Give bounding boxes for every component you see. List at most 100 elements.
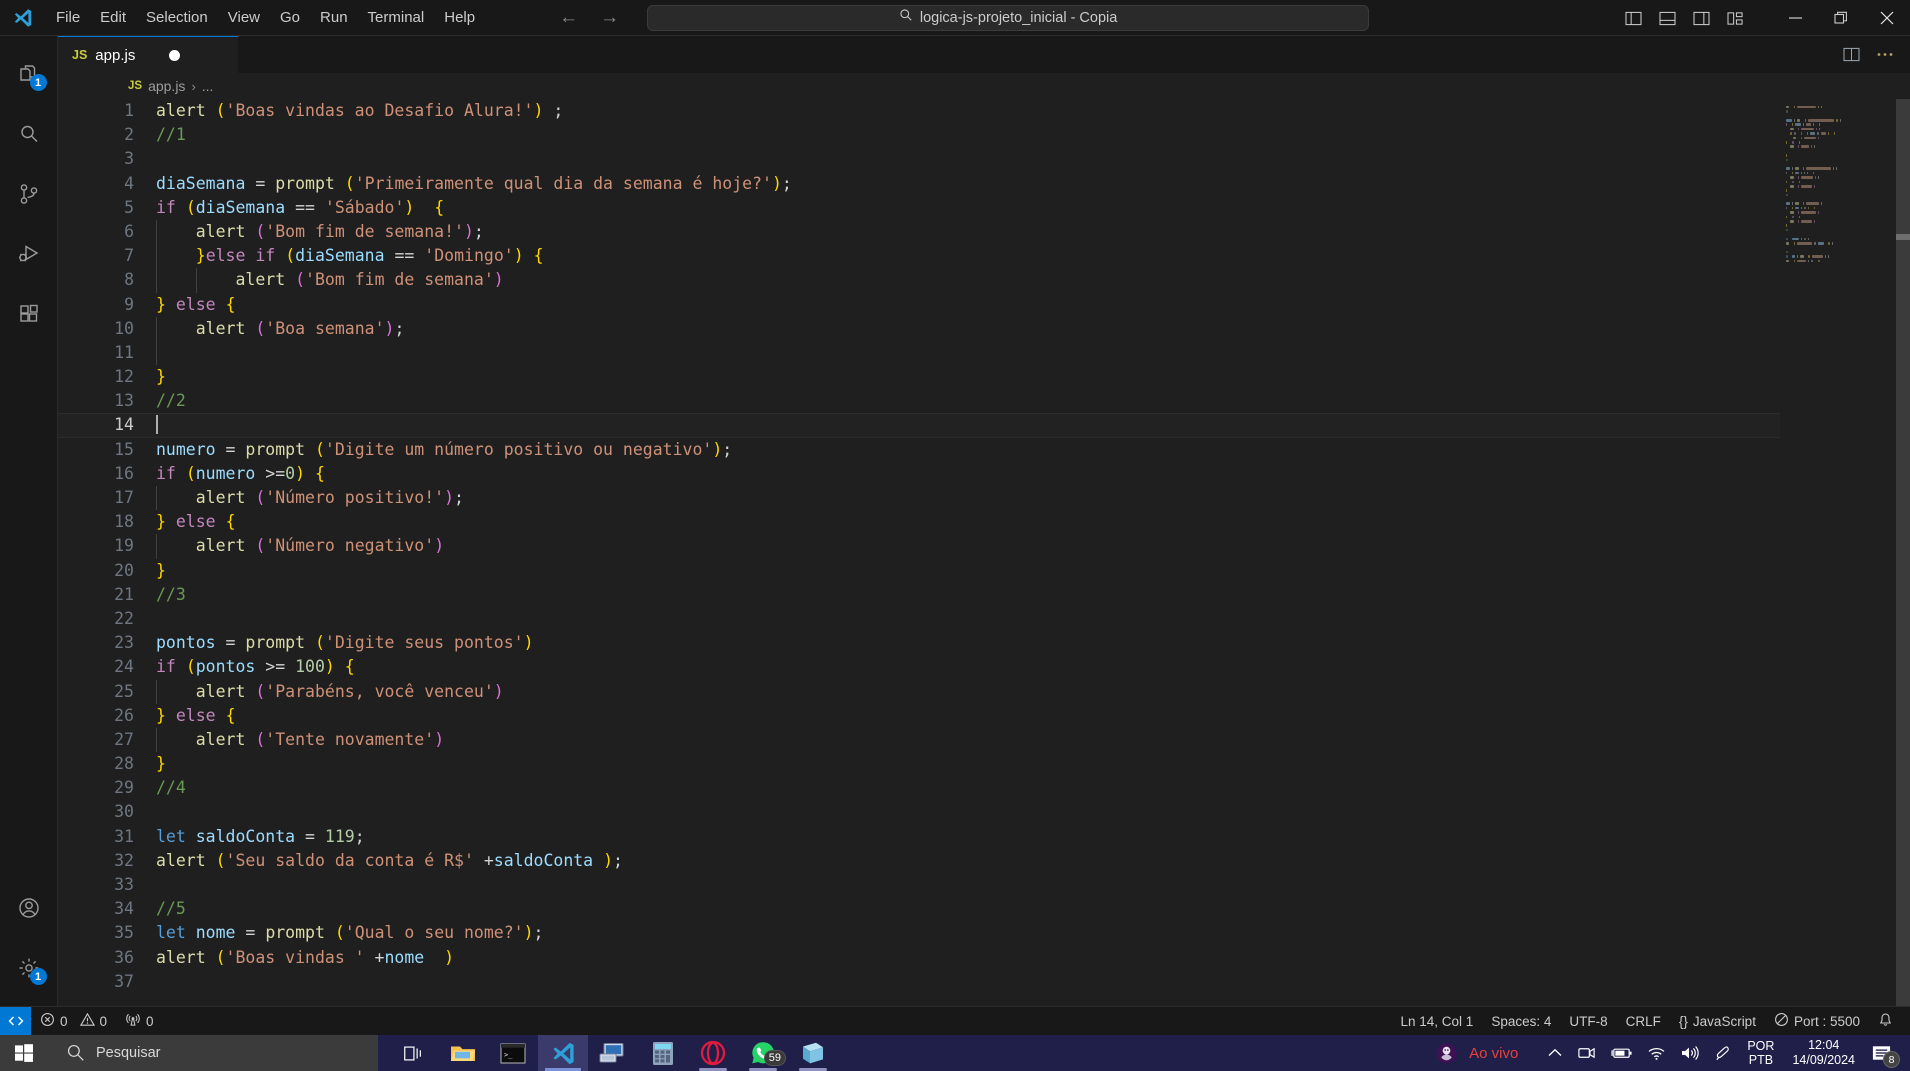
code-line[interactable]: 29 //4 [58,776,1910,800]
menu-help[interactable]: Help [434,5,485,30]
breadcrumb-file[interactable]: app.js [148,78,185,94]
code-line[interactable]: 36 alert ('Boas vindas ' +nome ) [58,946,1910,970]
code-line[interactable]: 22 [58,607,1910,631]
code-line[interactable]: 7 }else if (diaSemana == 'Domingo') { [58,244,1910,269]
taskbar-vscode[interactable] [538,1035,588,1071]
status-live-server[interactable]: Port : 5500 [1765,1007,1869,1036]
split-editor-right-icon[interactable] [1836,40,1866,70]
show-hidden-icons-icon[interactable] [1540,1035,1570,1071]
taskbar-remote-desktop[interactable] [588,1035,638,1071]
code-line[interactable]: 24 if (pontos >= 100) { [58,655,1910,679]
code-line[interactable]: 4 diaSemana = prompt ('Primeiramente qual… [58,172,1910,196]
code-line[interactable]: 19 alert ('Número negativo') [58,534,1910,559]
customize-layout-icon[interactable] [1718,0,1752,36]
sidebar-item-run-and-debug[interactable] [0,224,58,284]
code-line[interactable]: 27 alert ('Tente novamente') [58,727,1910,753]
code-line[interactable]: 11 [58,340,1910,366]
toggle-secondary-sidebar-icon[interactable] [1684,0,1718,36]
sidebar-item-source-control[interactable] [0,164,58,224]
code-line[interactable]: 23 pontos = prompt ('Digite seus pontos') [58,631,1910,655]
menu-terminal[interactable]: Terminal [358,5,435,30]
menu-file[interactable]: File [46,5,90,30]
sidebar-item-explorer[interactable]: 1 [0,44,58,104]
code-line[interactable]: 3 [58,147,1910,171]
volume-icon[interactable] [1673,1035,1707,1071]
input-language-indicator[interactable]: POR PTB [1739,1039,1782,1067]
taskbar-opera[interactable] [688,1035,738,1071]
manage-settings-button[interactable]: 1 [0,938,58,998]
minimap[interactable] [1780,99,1896,1006]
code-line[interactable]: 32 alert ('Seu saldo da conta é R$' +sald… [58,849,1910,873]
editor-vertical-scrollbar[interactable] [1896,99,1910,1006]
accounts-button[interactable] [0,878,58,938]
code-line[interactable]: 8 alert ('Bom fim de semana') [58,268,1910,293]
code-line[interactable]: 17 alert ('Número positivo!'); [58,486,1910,511]
editor-tab-app-js[interactable]: JS app.js [58,36,238,73]
breadcrumb-trail[interactable]: ... [202,78,214,94]
go-back-icon[interactable]: ← [559,8,578,27]
code-line[interactable]: 1 alert ('Boas vindas ao Desafio Alura!')… [58,99,1910,123]
code-line[interactable]: 30 [58,800,1910,824]
status-cursor-position[interactable]: Ln 14, Col 1 [1392,1007,1483,1036]
status-problems[interactable]: 0 0 [31,1007,116,1036]
more-actions-icon[interactable] [1870,40,1900,70]
code-line[interactable]: 25 alert ('Parabéns, você venceu') [58,679,1910,704]
code-line[interactable]: 14 [58,413,1910,438]
code-line[interactable]: 33 [58,873,1910,897]
menu-view[interactable]: View [218,5,270,30]
sidebar-item-search[interactable] [0,104,58,164]
status-eol[interactable]: CRLF [1617,1007,1670,1036]
remote-window-button[interactable] [0,1006,31,1036]
taskbar-sticky-notes[interactable] [788,1035,838,1071]
taskbar-search[interactable]: Pesquisar [48,1035,378,1071]
close-button[interactable] [1864,0,1910,36]
code-line[interactable]: 16 if (numero >=0) { [58,462,1910,486]
pen-icon[interactable] [1707,1035,1739,1071]
code-line[interactable]: 21 //3 [58,583,1910,607]
minimize-button[interactable] [1772,0,1818,36]
taskbar-task-view[interactable] [388,1035,438,1071]
sidebar-item-extensions[interactable] [0,284,58,344]
code-line[interactable]: 15 numero = prompt ('Digite um número pos… [58,438,1910,462]
go-forward-icon[interactable]: → [600,8,619,27]
code-line[interactable]: 13 //2 [58,389,1910,413]
status-language-mode[interactable]: {} JavaScript [1670,1007,1765,1036]
menu-edit[interactable]: Edit [90,5,136,30]
status-encoding[interactable]: UTF-8 [1560,1007,1616,1036]
code-line[interactable]: 12} [58,365,1910,389]
code-line[interactable]: 5 if (diaSemana == 'Sábado') { [58,196,1910,220]
unsaved-indicator-icon[interactable] [169,49,181,61]
toggle-panel-icon[interactable] [1650,0,1684,36]
code-line[interactable]: 31 let saldoConta = 119; [58,825,1910,849]
taskbar-terminal[interactable]: >_ [488,1035,538,1071]
battery-charging-icon[interactable] [1603,1035,1640,1071]
camera-icon[interactable] [1570,1035,1603,1071]
menu-run[interactable]: Run [310,5,358,30]
menu-selection[interactable]: Selection [136,5,218,30]
premier-league-icon[interactable] [1428,1035,1465,1071]
menu-go[interactable]: Go [270,5,310,30]
code-line[interactable]: 18} else { [58,510,1910,534]
code-line[interactable]: 2 //1 [58,123,1910,147]
clock[interactable]: 12:04 14/09/2024 [1782,1038,1865,1068]
code-editor[interactable]: 1 alert ('Boas vindas ao Desafio Alura!')… [58,99,1910,1006]
command-center-search[interactable]: logica-js-projeto_inicial - Copia [647,4,1370,31]
code-line[interactable]: 9} else { [58,293,1910,317]
code-line[interactable]: 35 let nome = prompt ('Qual o seu nome?')… [58,921,1910,945]
start-button[interactable] [0,1035,48,1071]
code-line[interactable]: 6 alert ('Bom fim de semana!'); [58,219,1910,245]
toggle-primary-sidebar-icon[interactable] [1616,0,1650,36]
restore-button[interactable] [1818,0,1864,36]
code-line[interactable]: 10 alert ('Boa semana'); [58,316,1910,341]
scrollbar-thumb[interactable] [1896,234,1910,240]
status-indentation[interactable]: Spaces: 4 [1482,1007,1560,1036]
code-line[interactable]: 28} [58,752,1910,776]
code-line[interactable]: 34 //5 [58,897,1910,921]
wifi-icon[interactable] [1640,1035,1673,1071]
code-line[interactable]: 20} [58,559,1910,583]
notification-center-button[interactable]: 8 [1865,1035,1904,1071]
status-ports[interactable]: 0 [116,1007,163,1036]
taskbar-whatsapp[interactable]: 59 [738,1035,788,1071]
status-notifications[interactable] [1869,1007,1902,1036]
code-line[interactable]: 37 [58,970,1910,994]
